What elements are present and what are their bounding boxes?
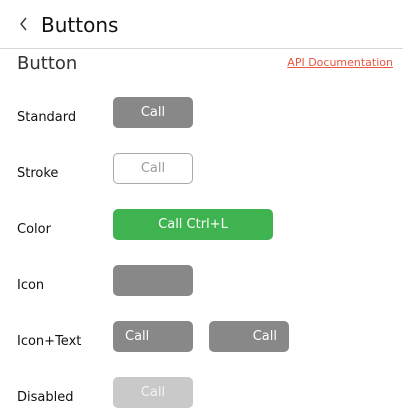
icon-call-button[interactable] <box>113 265 193 296</box>
chevron-left-icon <box>20 17 27 31</box>
row-label-color: Color <box>17 222 51 237</box>
call-icon <box>221 329 237 345</box>
button-label: Call <box>125 329 150 344</box>
icon-text-call-button-right[interactable]: Call <box>209 321 289 352</box>
back-button[interactable] <box>12 10 36 38</box>
section-title: Button <box>17 53 78 74</box>
row-label-stroke: Stroke <box>17 166 59 181</box>
header-bar: Buttons <box>0 0 403 49</box>
color-call-button[interactable]: Call Ctrl+L <box>113 209 273 240</box>
row-label-icon: Icon <box>17 278 45 293</box>
disabled-call-button: Call <box>113 377 193 408</box>
call-icon <box>165 329 181 345</box>
row-label-icon-text: Icon+Text <box>17 334 82 349</box>
call-icon <box>145 273 161 289</box>
button-label: Call <box>252 329 277 344</box>
stroke-call-button[interactable]: Call <box>113 153 193 184</box>
page-title: Buttons <box>41 13 119 37</box>
row-label-standard: Standard <box>17 110 77 125</box>
api-documentation-link[interactable]: API Documentation <box>287 56 393 70</box>
row-label-disabled: Disabled <box>17 390 74 405</box>
standard-call-button[interactable]: Call <box>113 97 193 128</box>
icon-text-call-button-left[interactable]: Call <box>113 321 193 352</box>
